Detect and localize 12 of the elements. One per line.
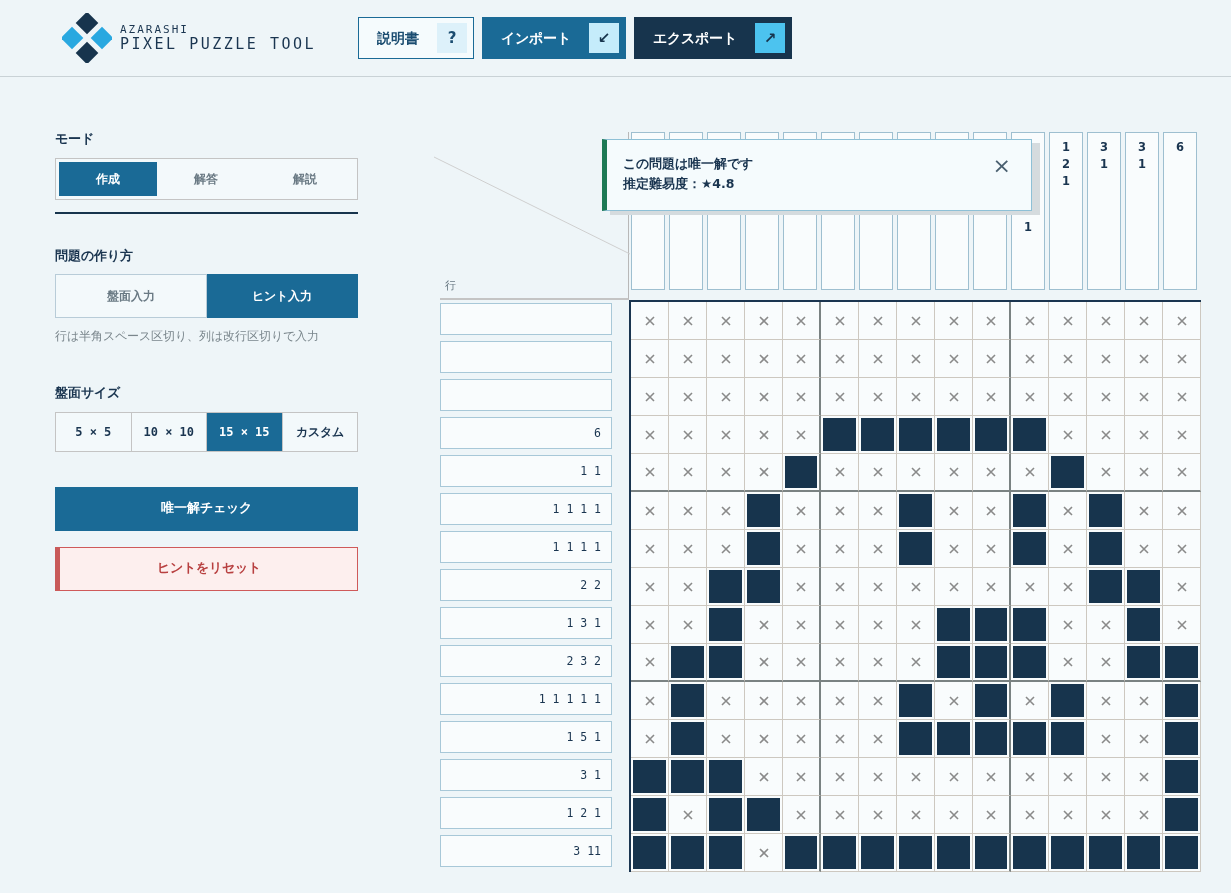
difficulty-text: 推定難易度：★4.8: [623, 175, 736, 193]
section-heading: 問題の作り方: [55, 246, 134, 265]
section-heading: 盤面サイズ: [55, 384, 122, 403]
logo-subtitle: AZARASHI: [120, 23, 190, 35]
button-icon: ↗: [755, 23, 786, 53]
button-icon: ?: [437, 23, 468, 53]
section-heading: モード: [55, 130, 95, 148]
toast-title: この問題は唯一解です: [623, 155, 753, 173]
button-icon: ↙: [589, 23, 620, 53]
logo-title: PIXEL PUZZLE TOOL: [120, 34, 317, 53]
row-label: 行: [445, 277, 456, 294]
help-text: 行は半角スペース区切り、列は改行区切りで入力: [55, 328, 320, 345]
